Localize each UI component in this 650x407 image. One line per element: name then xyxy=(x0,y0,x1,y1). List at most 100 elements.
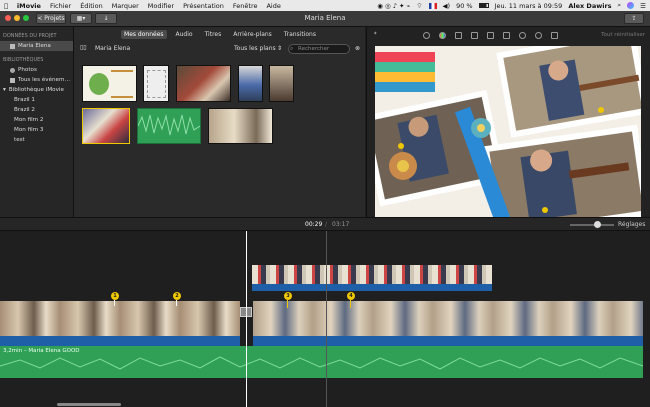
time-separator: / xyxy=(325,221,328,228)
sidebar-item-event[interactable]: Mon film 2 xyxy=(0,115,73,125)
color-correction-icon[interactable] xyxy=(439,32,446,39)
sidebar-item-event[interactable]: Mon film 3 xyxy=(0,125,73,135)
search-input[interactable]: Rechercher xyxy=(288,44,350,54)
media-thumbnail[interactable] xyxy=(143,65,169,102)
viewer-marker-2 xyxy=(598,107,604,113)
menu-modifier[interactable]: Modifier xyxy=(148,2,174,10)
volume-icon[interactable]: ◀) xyxy=(443,2,451,10)
audio-track[interactable]: 3,2min – Maria Elena GOOD xyxy=(0,346,643,378)
tab-titles[interactable]: Titres xyxy=(202,30,225,39)
tab-audio[interactable]: Audio xyxy=(173,30,196,39)
flower-shape xyxy=(89,73,109,95)
browser-filter-bar: ▯▯ Maria Elena Tous les plans ⇕ Recherch… xyxy=(74,42,366,56)
sidebar-item-event[interactable]: Brazil 2 xyxy=(0,105,73,115)
speed-icon[interactable] xyxy=(519,32,526,39)
browser-tabs: Mes données Audio Titres Arrière-plans T… xyxy=(74,27,366,42)
sidebar-item-event[interactable]: Brazil 1 xyxy=(0,95,73,105)
clip-filter-dropdown[interactable]: Tous les plans xyxy=(234,45,276,52)
control-center-icon[interactable]: ☰ xyxy=(640,2,646,10)
media-thumbnail[interactable] xyxy=(269,65,294,102)
viewer-tools: ✦ Tout réinitialiser xyxy=(367,27,650,44)
sidebar-item-photos[interactable]: Photos xyxy=(0,65,73,75)
viewer-marker-1 xyxy=(398,143,404,149)
skimmer-line xyxy=(326,231,327,407)
battery-level[interactable]: 90 % xyxy=(456,2,473,10)
project-data-header: DONNÉES DU PROJET xyxy=(3,33,57,39)
clip-filter-icon[interactable] xyxy=(535,32,542,39)
marker-stem xyxy=(287,300,288,308)
menu-marquer[interactable]: Marquer xyxy=(112,2,139,10)
sidebar-toggle-icon[interactable]: ▯▯ xyxy=(80,44,87,51)
overlay-clip[interactable] xyxy=(252,265,492,291)
libraries-header: BIBLIOTHÈQUES xyxy=(3,57,44,63)
marker-2[interactable]: 2 xyxy=(173,292,181,300)
marker-4[interactable]: 4 xyxy=(347,292,355,300)
media-browser: Mes données Audio Titres Arrière-plans T… xyxy=(73,27,365,217)
window-title: Maria Elena xyxy=(304,14,346,22)
share-button[interactable]: ⇪ xyxy=(624,13,644,24)
menu-aide[interactable]: Aide xyxy=(266,2,280,10)
clip-filmstrip xyxy=(253,301,643,336)
viewer-panel: ✦ Tout réinitialiser xyxy=(361,27,650,241)
marker-stem xyxy=(176,300,177,306)
sheet-music xyxy=(147,70,166,98)
sidebar-item-library[interactable]: ▾ Bibliothèque iMovie xyxy=(0,85,73,95)
menu-app[interactable]: iMovie xyxy=(17,2,41,10)
menu-fichier[interactable]: Fichier xyxy=(50,2,71,10)
color-balance-icon[interactable] xyxy=(423,32,430,39)
current-time: 00:29 xyxy=(305,221,323,228)
chevron-updown-icon[interactable]: ⇕ xyxy=(277,45,282,52)
stabilization-icon[interactable] xyxy=(471,32,478,39)
menu-fenetre[interactable]: Fenêtre xyxy=(233,2,258,10)
search-icon[interactable]: ⌕ xyxy=(618,1,622,10)
media-thumbnail-selected[interactable] xyxy=(82,108,130,144)
magic-wand-icon[interactable]: ✦ xyxy=(373,31,378,37)
clock[interactable]: Jeu. 11 mars à 09:59 xyxy=(495,2,563,10)
playhead[interactable] xyxy=(246,231,247,407)
timecode-bar: 00:29 / 03:17 Réglages xyxy=(0,217,650,231)
timeline: 1 2 3 4 3,2min – Maria Elena GOOD xyxy=(0,231,650,407)
close-icon[interactable]: ⊗ xyxy=(355,45,360,52)
libraries-sidebar: DONNÉES DU PROJET Maria Elena BIBLIOTHÈQ… xyxy=(0,27,73,217)
audio-thumbnail[interactable] xyxy=(137,108,201,144)
siri-icon[interactable] xyxy=(627,2,635,9)
menu-edition[interactable]: Édition xyxy=(80,2,103,10)
apple-icon[interactable]:  xyxy=(4,2,8,10)
viewer-marker-3 xyxy=(542,207,548,213)
zoom-slider-knob[interactable] xyxy=(594,221,601,228)
battery-icon[interactable] xyxy=(478,3,489,8)
crop-icon[interactable] xyxy=(455,32,462,39)
menu-extra-icons[interactable]: ◉ ◎ ♪ ✦ ⌁ xyxy=(377,2,410,10)
media-thumbnail[interactable] xyxy=(238,65,263,102)
flag-icon[interactable] xyxy=(428,2,437,9)
media-thumbnail[interactable] xyxy=(208,108,273,144)
tab-backgrounds[interactable]: Arrière-plans xyxy=(230,30,275,39)
zoom-slider[interactable] xyxy=(570,221,614,228)
sidebar-item-all-events[interactable]: Tous les événem… xyxy=(0,75,73,85)
volume-icon[interactable] xyxy=(487,32,494,39)
marker-3[interactable]: 3 xyxy=(284,292,292,300)
marker-stem xyxy=(114,300,115,306)
media-thumbnail[interactable] xyxy=(176,65,231,102)
settings-button[interactable]: Réglages xyxy=(618,221,645,228)
sidebar-item-project[interactable]: Maria Elena xyxy=(0,41,73,51)
noise-reduction-icon[interactable] xyxy=(503,32,510,39)
film-icon xyxy=(10,43,15,49)
video-clip[interactable] xyxy=(253,301,643,346)
marker-1[interactable]: 1 xyxy=(111,292,119,300)
user-name[interactable]: Alex Dawirs xyxy=(568,2,611,10)
horizontal-scrollbar[interactable] xyxy=(57,403,121,406)
text-lines xyxy=(111,70,133,98)
tab-my-media[interactable]: Mes données xyxy=(121,30,167,39)
browser-project-name: Maria Elena xyxy=(95,45,131,52)
wifi-icon[interactable]: ⌔ xyxy=(416,1,422,10)
sidebar-item-event[interactable]: test xyxy=(0,135,73,145)
video-clip[interactable] xyxy=(0,301,240,346)
tab-transitions[interactable]: Transitions xyxy=(281,30,319,39)
media-thumbnail[interactable] xyxy=(82,65,137,102)
reset-all-button[interactable]: Tout réinitialiser xyxy=(601,32,645,38)
info-icon[interactable] xyxy=(551,32,558,39)
waveform-icon xyxy=(137,114,201,136)
menu-presentation[interactable]: Présentation xyxy=(183,2,224,10)
overlay-filmstrip xyxy=(252,265,492,284)
